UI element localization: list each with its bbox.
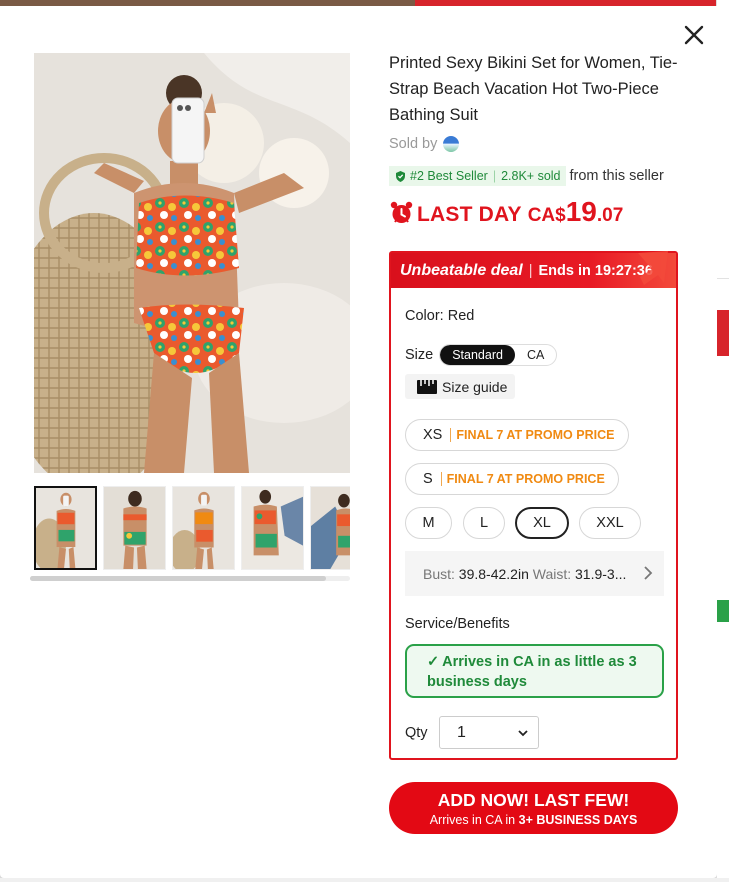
deal-arrow-icon — [638, 251, 668, 285]
size-option-label: S — [423, 471, 433, 487]
size-option-label: XS — [423, 427, 443, 443]
size-option-m[interactable]: M — [405, 507, 452, 539]
deal-divider: | — [528, 262, 533, 279]
best-seller-rank: #2 Best Seller — [410, 169, 488, 183]
close-icon — [684, 25, 704, 45]
price-decimal: .07 — [596, 205, 624, 226]
size-label: Size — [405, 347, 434, 363]
size-row: Size Standard CA — [405, 344, 558, 366]
background-page-edge — [716, 0, 729, 882]
size-guide-button[interactable]: Size guide — [405, 374, 516, 399]
cta-sub-prefix: Arrives in CA in — [429, 813, 516, 827]
cta-main-label: ADD NOW! LAST FEW! — [437, 790, 630, 810]
size-system-toggle[interactable]: Standard CA — [439, 344, 558, 366]
color-value: Red — [447, 308, 475, 324]
color-label: Color: Red — [405, 308, 474, 324]
background-page-bottom — [0, 878, 729, 882]
thumbnail-strip — [34, 486, 350, 572]
thumbnail[interactable] — [310, 486, 350, 570]
qty-value: 1 — [457, 723, 466, 741]
sold-count: 2.8K+ sold — [501, 169, 561, 183]
thumbnail[interactable] — [34, 486, 97, 570]
bust-label: Bust: — [423, 565, 455, 582]
size-system-standard[interactable]: Standard — [440, 345, 515, 365]
size-option-xs[interactable]: XS FINAL 7 AT PROMO PRICE — [405, 419, 629, 451]
thumbnail-scrollbar[interactable] — [30, 576, 350, 581]
color-label-text: Color: — [405, 308, 444, 324]
price-integer: 19 — [565, 196, 597, 227]
deal-box: Unbeatable deal | Ends in 19:27:36 Color… — [389, 251, 678, 760]
qty-select[interactable]: 1 — [439, 716, 539, 749]
chevron-right-icon — [644, 566, 653, 580]
best-seller-row: #2 Best Seller | 2.8K+ sold from this se… — [389, 166, 664, 186]
size-guide-label: Size guide — [442, 378, 508, 395]
price-row: LAST DAY CA$ 19 .07 — [389, 196, 623, 228]
thumbnail[interactable] — [241, 486, 304, 570]
scrollbar-handle[interactable] — [30, 576, 326, 581]
close-button[interactable] — [681, 22, 707, 48]
waist-label: Waist: — [532, 565, 572, 582]
size-system-ca[interactable]: CA — [515, 345, 556, 365]
arrives-benefit[interactable]: ✓ Arrives in CA in as little as 3 busines… — [405, 644, 664, 698]
from-seller-text: from this seller — [569, 168, 664, 184]
chevron-down-icon — [518, 730, 528, 737]
size-option-xl[interactable]: XL — [515, 507, 569, 539]
seller-logo-icon[interactable] — [443, 136, 460, 152]
best-seller-badge: #2 Best Seller | 2.8K+ sold — [389, 166, 566, 186]
sold-by[interactable]: Sold by — [389, 136, 460, 152]
ruler-icon — [417, 379, 437, 394]
alarm-clock-icon — [390, 201, 413, 223]
price-currency: CA$ — [527, 205, 566, 226]
background-divider — [716, 278, 729, 279]
service-benefits-label: Service/Benefits — [405, 616, 510, 632]
badge-separator: | — [492, 169, 497, 183]
cta-sub-bold: 3+ BUSINESS DAYS — [518, 813, 638, 827]
arrives-text: Arrives in CA in as little as 3 business… — [427, 654, 637, 690]
sold-by-label: Sold by — [389, 136, 438, 152]
product-title: Printed Sexy Bikini Set for Women, Tie-S… — [389, 54, 678, 124]
add-to-cart-button[interactable]: ADD NOW! LAST FEW! Arrives in CA in 3+ B… — [389, 782, 678, 834]
checkmark-icon: ✓ — [427, 654, 440, 670]
cta-sub-label: Arrives in CA in 3+ BUSINESS DAYS — [389, 813, 678, 827]
promo-label: FINAL 7 AT PROMO PRICE — [440, 472, 605, 486]
product-main-image[interactable] — [34, 53, 350, 473]
background-badge — [716, 600, 729, 622]
best-seller-icon — [396, 170, 405, 182]
promo-label: FINAL 7 AT PROMO PRICE — [450, 428, 614, 442]
thumbnail[interactable] — [172, 486, 235, 570]
background-promo-tag — [716, 310, 729, 356]
size-option-s[interactable]: S FINAL 7 AT PROMO PRICE — [405, 463, 619, 495]
qty-label: Qty — [405, 725, 428, 741]
ends-in-label: Ends in — [538, 262, 591, 279]
last-day-label: LAST DAY — [417, 203, 522, 226]
size-measurement-row[interactable]: Bust: 39.8-42.2in Waist: 31.9-3... — [405, 551, 664, 596]
deal-name: Unbeatable deal — [400, 261, 523, 279]
size-option-l[interactable]: L — [463, 507, 505, 539]
quick-view-modal: Printed Sexy Bikini Set for Women, Tie-S… — [0, 6, 717, 878]
bust-value: 39.8-42.2in — [458, 565, 529, 582]
size-option-xxl[interactable]: XXL — [579, 507, 641, 539]
thumbnail[interactable] — [103, 486, 166, 570]
waist-value: 31.9-3... — [575, 565, 627, 582]
